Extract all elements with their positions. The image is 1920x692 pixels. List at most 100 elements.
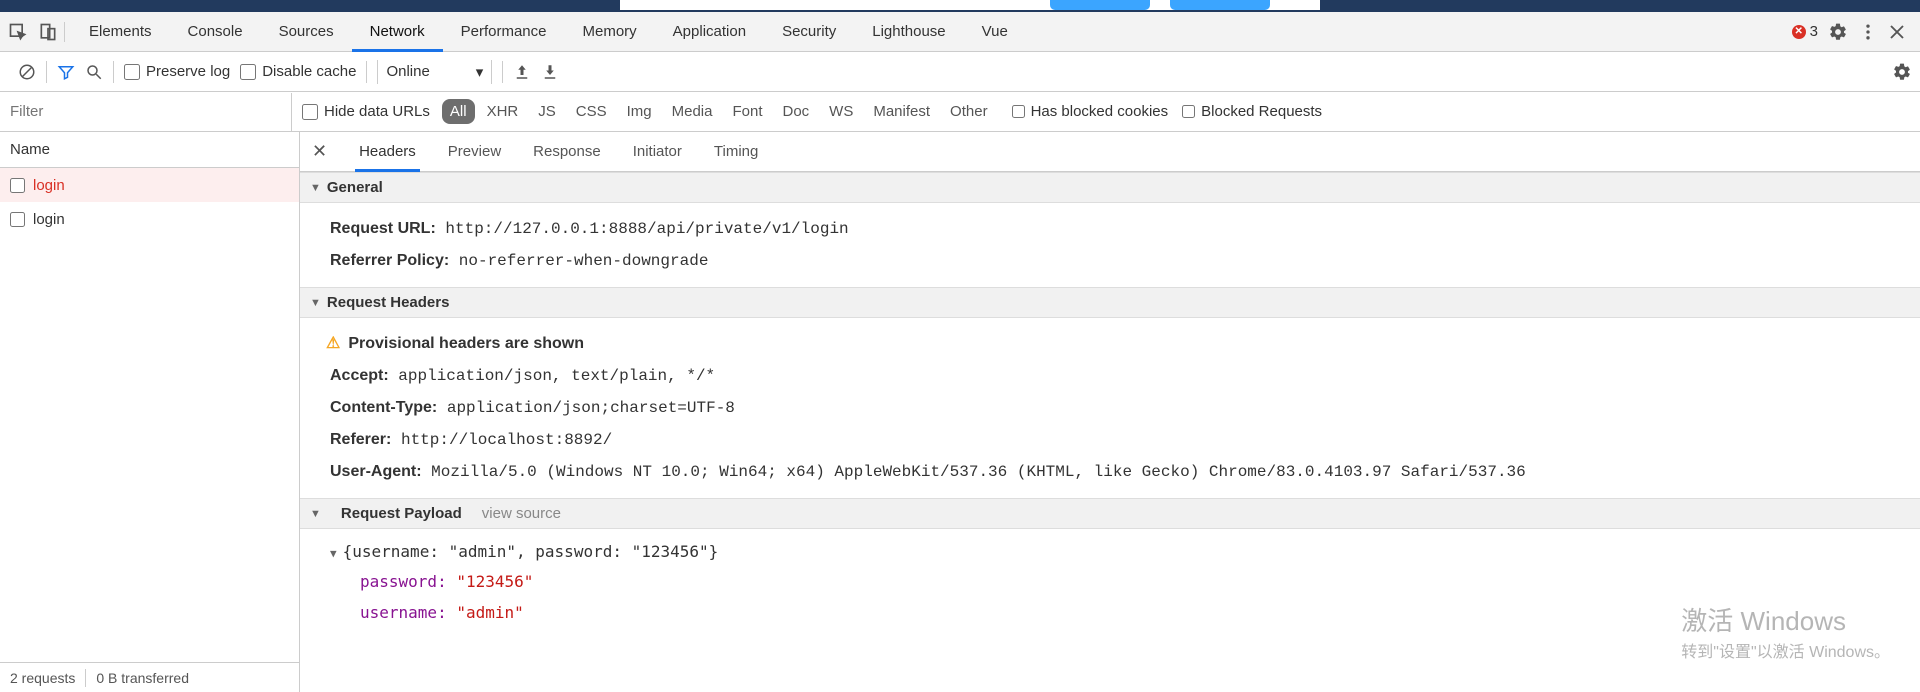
- error-icon: ✕: [1792, 25, 1806, 39]
- filter-input[interactable]: [0, 93, 292, 131]
- status-bar: 2 requests 0 B transferred: [0, 662, 299, 692]
- download-har-icon[interactable]: [541, 63, 559, 81]
- tab-lighthouse[interactable]: Lighthouse: [854, 12, 963, 52]
- detail-tab-preview[interactable]: Preview: [444, 132, 505, 172]
- filter-type-manifest[interactable]: Manifest: [865, 99, 938, 124]
- json-value: "admin": [456, 603, 523, 622]
- filter-type-ws[interactable]: WS: [821, 99, 861, 124]
- header-value: Mozilla/5.0 (Windows NT 10.0; Win64; x64…: [422, 463, 1526, 481]
- header-value: http://127.0.0.1:8888/api/private/v1/log…: [436, 220, 849, 238]
- section-payload-title: Request Payload: [341, 505, 462, 522]
- close-detail-icon[interactable]: ✕: [308, 141, 331, 162]
- filter-type-doc[interactable]: Doc: [774, 99, 817, 124]
- filter-type-media[interactable]: Media: [664, 99, 721, 124]
- tab-memory[interactable]: Memory: [565, 12, 655, 52]
- section-request-payload-header[interactable]: ▼ Request Payload view source: [300, 498, 1920, 529]
- filter-type-other[interactable]: Other: [942, 99, 996, 124]
- request-name: login: [33, 177, 65, 194]
- triangle-down-icon: ▼: [310, 297, 321, 309]
- header-key: Content-Type:: [330, 399, 437, 416]
- triangle-down-icon: ▼: [310, 182, 321, 194]
- request-detail-pane: ✕ HeadersPreviewResponseInitiatorTiming …: [300, 132, 1920, 692]
- throttling-select[interactable]: Online ▾: [377, 60, 492, 84]
- filter-type-css[interactable]: CSS: [568, 99, 615, 124]
- header-key: Accept:: [330, 367, 389, 384]
- header-key: Referrer Policy:: [330, 252, 449, 269]
- app-top-bar: [0, 0, 1920, 12]
- preserve-log-checkbox[interactable]: Preserve log: [124, 63, 230, 80]
- filter-icon[interactable]: [57, 63, 75, 81]
- kebab-menu-icon[interactable]: [1858, 22, 1878, 42]
- panel-settings-gear-icon[interactable]: [1892, 62, 1912, 82]
- filter-type-img[interactable]: Img: [619, 99, 660, 124]
- section-general-header[interactable]: ▼ General: [300, 172, 1920, 203]
- header-value: no-referrer-when-downgrade: [449, 252, 708, 270]
- json-key: password:: [360, 572, 456, 591]
- filter-type-font[interactable]: Font: [724, 99, 770, 124]
- device-toolbar-icon[interactable]: [38, 22, 58, 42]
- disable-cache-label: Disable cache: [262, 63, 356, 80]
- gear-icon[interactable]: [1828, 22, 1848, 42]
- disable-cache-checkbox[interactable]: Disable cache: [240, 63, 356, 80]
- hide-data-urls-label: Hide data URLs: [324, 103, 430, 120]
- filter-row: Hide data URLs AllXHRJSCSSImgMediaFontDo…: [0, 92, 1920, 132]
- devtools-main-tabs: ElementsConsoleSourcesNetworkPerformance…: [0, 12, 1920, 52]
- tab-network[interactable]: Network: [352, 12, 443, 52]
- status-requests: 2 requests: [10, 670, 75, 686]
- detail-tab-headers[interactable]: Headers: [355, 132, 420, 172]
- detail-tab-response[interactable]: Response: [529, 132, 605, 172]
- header-value: application/json, text/plain, */*: [389, 367, 715, 385]
- request-list-pane: Name login login 2 requests 0 B transferr…: [0, 132, 300, 692]
- status-transferred: 0 B transferred: [96, 670, 189, 686]
- triangle-down-icon: ▼: [330, 544, 337, 565]
- tab-vue[interactable]: Vue: [964, 12, 1026, 52]
- filter-type-all[interactable]: All: [442, 99, 475, 124]
- request-checkbox[interactable]: [10, 212, 25, 227]
- provisional-headers-warning: Provisional headers are shown: [348, 328, 584, 360]
- json-value: "123456": [456, 572, 533, 591]
- filter-type-xhr[interactable]: XHR: [479, 99, 527, 124]
- header-key: Referer:: [330, 431, 391, 448]
- detail-tabs: ✕ Headers Preview Response Initiator Timing: [300, 132, 1920, 172]
- section-request-headers-header[interactable]: ▼ Request Headers: [300, 287, 1920, 318]
- payload-summary: {username: "admin", password: "123456"}: [343, 542, 719, 561]
- request-checkbox[interactable]: [10, 178, 25, 193]
- tab-performance[interactable]: Performance: [443, 12, 565, 52]
- search-icon[interactable]: [85, 63, 103, 81]
- triangle-down-icon: ▼: [310, 508, 321, 520]
- hide-data-urls-checkbox[interactable]: Hide data URLs: [302, 103, 430, 120]
- header-value: application/json;charset=UTF-8: [437, 399, 735, 417]
- json-key: username:: [360, 603, 456, 622]
- request-row[interactable]: login: [0, 202, 299, 236]
- header-value: http://localhost:8892/: [391, 431, 612, 449]
- view-source-link[interactable]: view source: [482, 505, 561, 522]
- request-name: login: [33, 211, 65, 228]
- warning-icon: ⚠: [326, 328, 340, 360]
- error-badge[interactable]: ✕ 3: [1792, 23, 1818, 40]
- network-toolbar: Preserve log Disable cache Online ▾: [0, 52, 1920, 92]
- clear-icon[interactable]: [18, 63, 36, 81]
- close-icon[interactable]: [1888, 23, 1906, 41]
- blocked-requests-label: Blocked Requests: [1201, 103, 1322, 120]
- tab-security[interactable]: Security: [764, 12, 854, 52]
- tab-console[interactable]: Console: [170, 12, 261, 52]
- preserve-log-label: Preserve log: [146, 63, 230, 80]
- request-row[interactable]: login: [0, 168, 299, 202]
- detail-tab-initiator[interactable]: Initiator: [629, 132, 686, 172]
- tab-elements[interactable]: Elements: [71, 12, 170, 52]
- filter-type-js[interactable]: JS: [530, 99, 564, 124]
- name-column-header[interactable]: Name: [0, 132, 299, 168]
- error-count: 3: [1810, 23, 1818, 40]
- upload-har-icon[interactable]: [513, 63, 531, 81]
- blocked-requests-checkbox[interactable]: Blocked Requests: [1182, 103, 1322, 120]
- has-blocked-cookies-checkbox[interactable]: Has blocked cookies: [1012, 103, 1169, 120]
- header-key: User-Agent:: [330, 463, 422, 480]
- tab-application[interactable]: Application: [655, 12, 764, 52]
- header-key: Request URL:: [330, 220, 436, 237]
- section-request-headers-title: Request Headers: [327, 294, 450, 311]
- has-blocked-cookies-label: Has blocked cookies: [1031, 103, 1169, 120]
- detail-tab-timing[interactable]: Timing: [710, 132, 762, 172]
- inspect-element-icon[interactable]: [8, 22, 28, 42]
- tab-sources[interactable]: Sources: [261, 12, 352, 52]
- throttling-value: Online: [386, 63, 429, 80]
